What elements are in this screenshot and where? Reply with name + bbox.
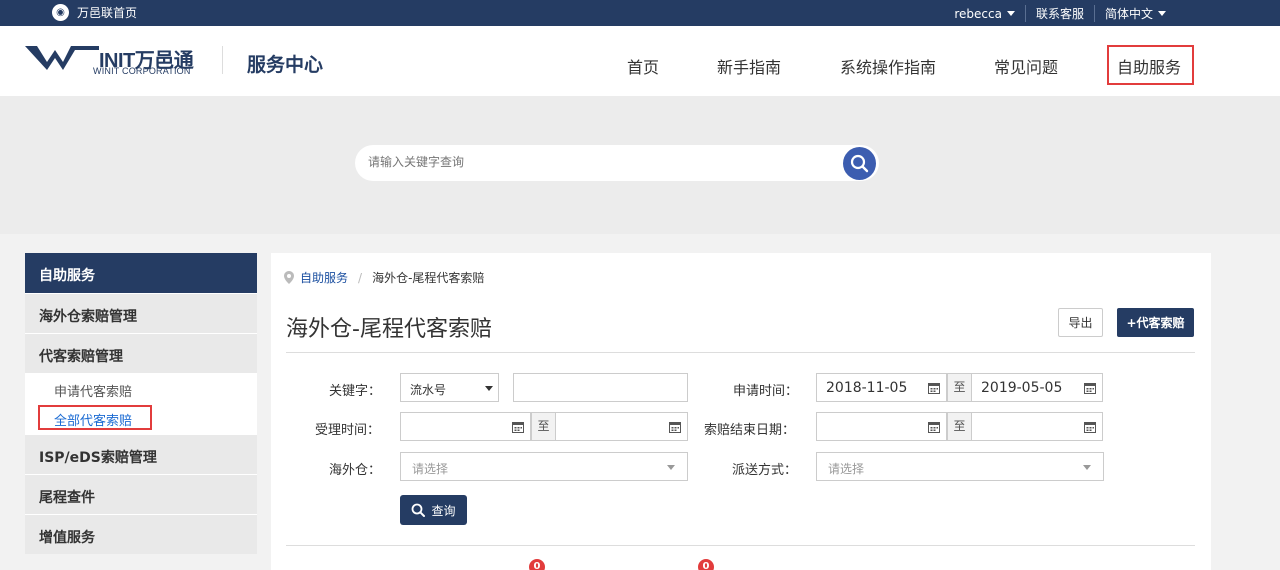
search-icon bbox=[412, 503, 426, 517]
sidebar-item-value-added[interactable]: 增值服务 bbox=[25, 514, 257, 554]
chevron-down-icon bbox=[667, 465, 675, 470]
home-logo-icon: ◉ bbox=[52, 4, 69, 21]
sidebar-sub-apply-claim[interactable]: 申请代客索赔 bbox=[54, 381, 132, 400]
delivery-method-label: 派送方式： bbox=[732, 463, 798, 478]
query-label: 查询 bbox=[431, 503, 456, 518]
apply-time-end-value: 2019-05-05 bbox=[981, 380, 1063, 396]
winit-w-logo-icon bbox=[25, 46, 99, 70]
chevron-down-icon bbox=[1083, 465, 1091, 470]
header-divider bbox=[222, 46, 223, 74]
chevron-down-icon bbox=[1006, 11, 1015, 16]
breadcrumb-current: 海外仓-尾程代客索赔 bbox=[372, 271, 485, 285]
accept-time-label: 受理时间： bbox=[315, 423, 381, 438]
calendar-icon bbox=[1084, 422, 1096, 433]
keyword-label: 关键字： bbox=[329, 384, 382, 399]
claim-end-date-label: 索赔结束日期： bbox=[704, 423, 796, 438]
calendar-icon bbox=[512, 422, 524, 433]
divider bbox=[286, 352, 1195, 353]
sidebar: 自助服务 海外仓索赔管理 代客索赔管理 申请代客索赔 全部代客索赔 ISP/eD… bbox=[25, 253, 257, 554]
calendar-icon bbox=[1084, 383, 1096, 394]
main-panel: 自助服务 / 海外仓-尾程代客索赔 海外仓-尾程代客索赔 导出 +代客索赔 关键… bbox=[271, 253, 1211, 570]
contact-label: 联系客服 bbox=[1035, 7, 1084, 21]
sidebar-item-overseas-claims[interactable]: 海外仓索赔管理 bbox=[25, 293, 257, 333]
accept-time-start-field[interactable] bbox=[400, 412, 531, 441]
nav-system-guide[interactable]: 系统操作指南 bbox=[840, 54, 936, 78]
divider bbox=[286, 545, 1195, 546]
location-pin-icon bbox=[284, 271, 294, 284]
nav-home[interactable]: 首页 bbox=[627, 54, 659, 78]
breadcrumb: 自助服务 / 海外仓-尾程代客索赔 bbox=[284, 269, 484, 286]
sidebar-submenu: 申请代客索赔 全部代客索赔 bbox=[25, 373, 257, 434]
page-title: 海外仓-尾程代客索赔 bbox=[286, 317, 492, 342]
warehouse-placeholder: 请选择 bbox=[412, 462, 449, 476]
calendar-icon bbox=[928, 422, 940, 433]
search-input[interactable] bbox=[368, 155, 828, 169]
breadcrumb-root[interactable]: 自助服务 bbox=[300, 269, 348, 286]
claim-end-start-field[interactable] bbox=[816, 412, 947, 441]
language-label: 简体中文 bbox=[1104, 7, 1153, 21]
nav-faq[interactable]: 常见问题 bbox=[994, 54, 1058, 78]
top-bar: ◉ 万邑联首页 rebecca 联系客服 简体中文 bbox=[0, 0, 1280, 26]
header: INIT万邑通 WINIT CORPORATION 服务中心 首页 新手指南 系… bbox=[0, 26, 1280, 96]
keyword-input[interactable] bbox=[513, 373, 688, 402]
search-box bbox=[355, 145, 879, 181]
export-button[interactable]: 导出 bbox=[1058, 308, 1103, 337]
logo[interactable]: INIT万邑通 WINIT CORPORATION bbox=[25, 46, 201, 78]
nav-beginner-guide[interactable]: 新手指南 bbox=[717, 54, 781, 78]
keyword-type-value: 流水号 bbox=[410, 383, 447, 397]
apply-time-start-field[interactable]: 2018-11-05 bbox=[816, 373, 947, 402]
accept-time-end-field[interactable] bbox=[555, 412, 688, 441]
home-link[interactable]: ◉ 万邑联首页 bbox=[52, 4, 137, 21]
range-separator: 至 bbox=[947, 373, 972, 402]
apply-time-end-field[interactable]: 2019-05-05 bbox=[971, 373, 1103, 402]
language-menu[interactable]: 简体中文 bbox=[1093, 5, 1176, 22]
warehouse-label: 海外仓： bbox=[329, 463, 382, 478]
search-button[interactable] bbox=[843, 147, 876, 180]
sidebar-item-last-mile-tracking[interactable]: 尾程查件 bbox=[25, 474, 257, 514]
user-menu[interactable]: rebecca bbox=[944, 7, 1025, 21]
count-badge: 0 bbox=[698, 559, 714, 570]
sidebar-sub-all-claims[interactable]: 全部代客索赔 bbox=[54, 410, 132, 429]
chevron-down-icon bbox=[1158, 11, 1166, 16]
contact-support-link[interactable]: 联系客服 bbox=[1024, 5, 1094, 22]
add-claim-button[interactable]: +代客索赔 bbox=[1117, 308, 1194, 337]
calendar-icon bbox=[928, 383, 940, 394]
chevron-down-icon bbox=[485, 386, 493, 391]
apply-time-label: 申请时间： bbox=[733, 384, 799, 399]
sidebar-item-isp-eds-claims[interactable]: ISP/eDS索赔管理 bbox=[25, 434, 257, 474]
top-bar-right: rebecca 联系客服 简体中文 bbox=[944, 5, 1176, 22]
calendar-icon bbox=[669, 422, 681, 433]
warehouse-select[interactable]: 请选择 bbox=[400, 452, 688, 481]
sidebar-item-proxy-claims[interactable]: 代客索赔管理 bbox=[25, 333, 257, 373]
apply-time-start-value: 2018-11-05 bbox=[826, 380, 908, 396]
delivery-placeholder: 请选择 bbox=[828, 462, 865, 476]
search-icon bbox=[850, 154, 869, 173]
site-title: 服务中心 bbox=[247, 54, 324, 76]
query-button[interactable]: 查询 bbox=[400, 495, 467, 525]
breadcrumb-separator: / bbox=[358, 270, 363, 285]
logo-sub-text: WINIT CORPORATION bbox=[93, 66, 191, 76]
range-separator: 至 bbox=[947, 412, 972, 441]
delivery-method-select[interactable]: 请选择 bbox=[816, 452, 1104, 481]
range-separator: 至 bbox=[531, 412, 556, 441]
count-badge: 0 bbox=[529, 559, 545, 570]
home-label: 万邑联首页 bbox=[77, 6, 138, 20]
keyword-type-select[interactable]: 流水号 bbox=[400, 373, 499, 402]
claim-end-end-field[interactable] bbox=[971, 412, 1103, 441]
search-band bbox=[0, 96, 1280, 234]
user-name: rebecca bbox=[954, 6, 1002, 21]
nav-self-service-highlight bbox=[1107, 45, 1194, 85]
sidebar-header[interactable]: 自助服务 bbox=[25, 253, 257, 293]
